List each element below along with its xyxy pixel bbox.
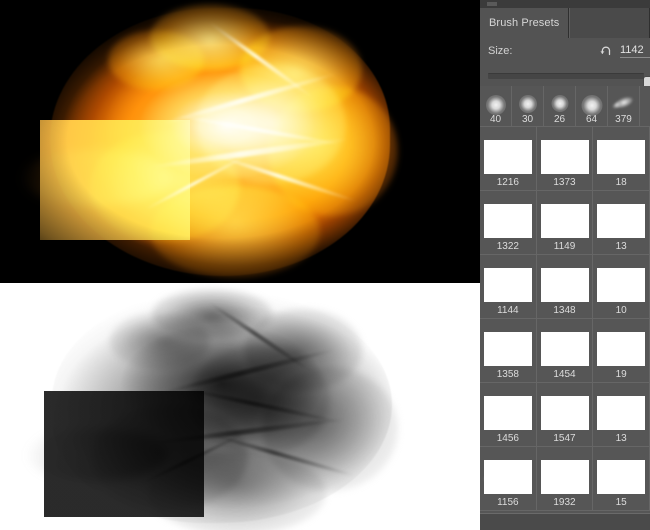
panel-grip-icon (487, 2, 497, 6)
smoke-lobe (110, 313, 210, 369)
brush-preset-grid: 40 30 26 64 379 1216 1373 18 1322 1149 1… (480, 86, 650, 514)
brush-preset-label: 1156 (497, 497, 519, 508)
texture-brush-icon (483, 204, 532, 239)
tab-brush-presets-label: Brush Presets (489, 17, 560, 29)
brush-preset-label: 15 (615, 497, 627, 508)
texture-brush-icon (597, 204, 646, 239)
brush-preset-label: 1547 (553, 433, 576, 444)
soft-round-brush-icon (485, 95, 506, 115)
texture-brush-icon (597, 460, 646, 495)
preset-row-texture: 1156 1932 15 (480, 447, 650, 511)
soft-round-brush-icon (581, 95, 602, 116)
texture-brush-icon (540, 460, 589, 495)
preset-row-round: 40 30 26 64 379 (480, 86, 650, 127)
preset-row-texture: 1322 1149 13 (480, 191, 650, 255)
texture-brush-icon (540, 140, 589, 175)
fireball-explosion-photo (0, 0, 480, 283)
brush-preset-label: 13 (615, 433, 627, 444)
brush-preset-cell[interactable]: 1373 (537, 127, 594, 190)
brush-preset-label: 13 (615, 241, 627, 252)
preview-image-column (0, 0, 480, 530)
brush-preset-label: 18 (615, 177, 627, 188)
smoke-dark-center (190, 345, 330, 455)
preset-row-texture: 1358 1454 19 (480, 319, 650, 383)
brush-preset-label: 1216 (496, 177, 519, 188)
brush-preset-cell[interactable]: 1156 (480, 447, 537, 510)
brush-preset-label: 19 (615, 369, 627, 380)
brush-preset-label: 1144 (497, 305, 519, 316)
brush-size-value[interactable]: 1142 (620, 44, 650, 58)
texture-brush-icon (597, 332, 646, 367)
panel-tab-bar: Brush Presets (480, 8, 650, 38)
brush-preset-label: 30 (521, 114, 534, 125)
soft-round-brush-icon (551, 95, 568, 112)
brush-preset-cell[interactable]: 1322 (480, 191, 537, 254)
panel-footer (480, 513, 650, 530)
tab-secondary-empty[interactable] (569, 8, 650, 38)
smoke-specks (44, 391, 204, 517)
brush-preset-label: 1358 (496, 369, 519, 380)
tab-brush-presets[interactable]: Brush Presets (480, 8, 570, 38)
brush-size-slider[interactable] (480, 66, 650, 90)
brush-size-label: Size: (488, 45, 513, 57)
texture-brush-icon (597, 139, 646, 175)
brush-size-control: Size: 1142 (480, 38, 650, 66)
brush-preset-cell[interactable]: 379 (608, 86, 640, 126)
brush-preset-label: 1348 (553, 305, 576, 316)
soft-round-brush-icon (518, 95, 537, 113)
brush-preset-cell[interactable]: 1348 (537, 255, 594, 318)
texture-brush-icon (597, 268, 646, 303)
preset-row-texture: 1456 1547 13 (480, 383, 650, 447)
brush-preset-label: 1932 (553, 497, 576, 508)
brush-preset-label: 1456 (496, 433, 519, 444)
texture-brush-icon (540, 268, 589, 303)
brush-preset-cell[interactable]: 13 (593, 383, 650, 446)
brush-preset-label: 40 (489, 114, 502, 125)
brush-preset-cell[interactable]: 1932 (537, 447, 594, 510)
brush-preset-cell[interactable]: 10 (593, 255, 650, 318)
brush-preset-cell[interactable]: 30 (512, 86, 544, 126)
app-root: Brush Presets Size: 1142 40 30 26 64 379… (0, 0, 650, 530)
brush-preset-cell[interactable]: 19 (593, 319, 650, 382)
brush-preset-label: 1454 (553, 369, 576, 380)
reset-arrow-icon[interactable] (598, 43, 614, 59)
preset-row-texture: 1216 1373 18 (480, 127, 650, 191)
brush-preset-label: 10 (615, 305, 627, 316)
brush-preset-cell[interactable]: 64 (576, 86, 608, 126)
texture-brush-icon (483, 267, 532, 303)
brush-preset-cell[interactable]: 1144 (480, 255, 537, 318)
brush-preset-label: 1322 (496, 241, 519, 252)
brush-preset-cell[interactable]: 26 (544, 86, 576, 126)
brush-preset-cell[interactable]: 13 (593, 191, 650, 254)
smoke-brush-grayscale-preview (0, 283, 480, 530)
brush-presets-panel: Brush Presets Size: 1142 40 30 26 64 379… (480, 0, 650, 530)
brush-preset-label: 1149 (553, 241, 576, 252)
brush-preset-label: 379 (615, 114, 632, 125)
texture-brush-icon (483, 332, 532, 367)
brush-preset-cell[interactable]: 15 (593, 447, 650, 510)
slider-track[interactable] (488, 73, 650, 90)
brush-preset-cell[interactable]: 1456 (480, 383, 537, 446)
texture-brush-icon (540, 204, 589, 239)
texture-brush-icon (610, 94, 637, 112)
brush-preset-label: 26 (553, 114, 566, 125)
brush-preset-cell[interactable]: 1358 (480, 319, 537, 382)
brush-preset-cell[interactable]: 1216 (480, 127, 537, 190)
brush-preset-label: 64 (585, 114, 598, 125)
texture-brush-icon (483, 140, 532, 175)
brush-preset-cell[interactable]: 1149 (537, 191, 594, 254)
texture-brush-icon (482, 460, 532, 495)
texture-brush-icon (540, 396, 589, 431)
texture-brush-icon (483, 396, 532, 431)
brush-preset-label: 1373 (553, 177, 576, 188)
brush-preset-cell[interactable]: 40 (480, 86, 512, 126)
texture-brush-icon (597, 396, 646, 431)
fireball-vignette (0, 0, 480, 283)
panel-drag-strip[interactable] (480, 0, 650, 8)
brush-preset-cell[interactable]: 1454 (537, 319, 594, 382)
texture-brush-icon (540, 331, 589, 367)
brush-preset-cell[interactable]: 18 (593, 127, 650, 190)
brush-preset-cell[interactable]: 1547 (537, 383, 594, 446)
preset-row-texture: 1144 1348 10 (480, 255, 650, 319)
